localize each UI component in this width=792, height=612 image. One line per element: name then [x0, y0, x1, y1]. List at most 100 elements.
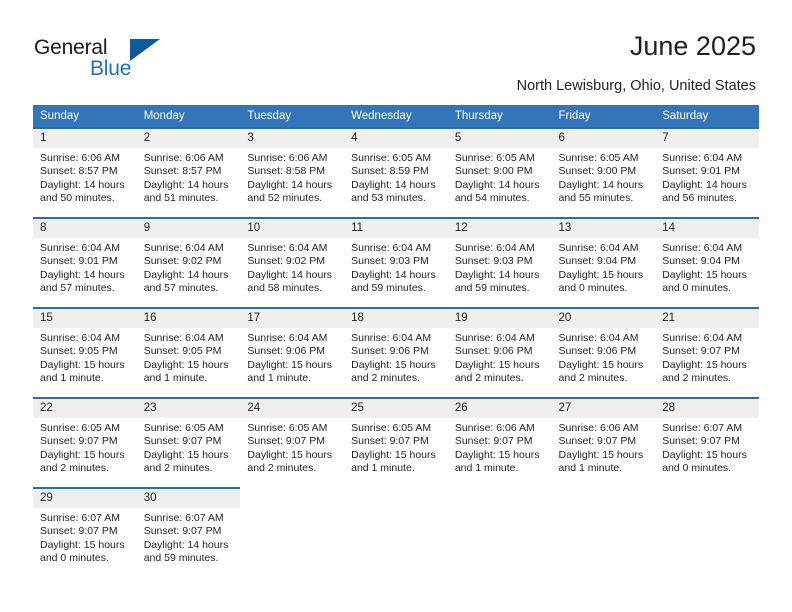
daylight-text-line1: Daylight: 14 hours [247, 268, 333, 281]
day-details: Sunrise: 6:04 AM Sunset: 9:01 PM Dayligh… [33, 238, 137, 296]
sunrise-text: Sunrise: 6:04 AM [143, 242, 224, 254]
sunrise-text: Sunrise: 6:04 AM [247, 332, 328, 344]
calendar-day-cell[interactable]: 6 Sunrise: 6:05 AM Sunset: 9:00 PM Dayli… [551, 127, 656, 217]
calendar-day-cell[interactable]: 20 Sunrise: 6:04 AM Sunset: 9:06 PM Dayl… [551, 307, 656, 397]
day-details: Sunrise: 6:04 AM Sunset: 9:06 PM Dayligh… [448, 328, 552, 386]
sunset-text: Sunset: 9:02 PM [247, 255, 326, 268]
calendar-day-cell[interactable]: 13 Sunrise: 6:04 AM Sunset: 9:04 PM Dayl… [551, 217, 656, 307]
daylight-text-line2: and 1 minute. [351, 462, 415, 475]
day-cell-inner [240, 487, 344, 577]
daylight-text-line2: and 56 minutes. [662, 192, 737, 205]
day-details: Sunrise: 6:04 AM Sunset: 9:04 PM Dayligh… [552, 238, 656, 296]
calendar-day-cell[interactable]: 26 Sunrise: 6:06 AM Sunset: 9:07 PM Dayl… [447, 397, 552, 487]
daylight-text-line2: and 2 minutes. [558, 372, 628, 385]
day-cell-inner: 21 Sunrise: 6:04 AM Sunset: 9:07 PM Dayl… [655, 307, 759, 397]
daylight-text-line2: and 51 minutes. [143, 192, 219, 205]
day-details: Sunrise: 6:07 AM Sunset: 9:07 PM Dayligh… [655, 418, 759, 476]
daylight-text-line1: Daylight: 14 hours [40, 268, 125, 281]
daylight-text-line2: and 2 minutes. [40, 462, 109, 475]
day-number: 14 [655, 219, 759, 238]
day-cell-inner: 30 Sunrise: 6:07 AM Sunset: 9:07 PM Dayl… [136, 487, 241, 577]
calendar-day-cell[interactable]: 24 Sunrise: 6:05 AM Sunset: 9:07 PM Dayl… [240, 397, 345, 487]
day-cell-inner [344, 487, 448, 577]
day-number: 21 [655, 309, 759, 328]
calendar-day-cell[interactable]: 11 Sunrise: 6:04 AM Sunset: 9:03 PM Dayl… [344, 217, 448, 307]
day-cell-inner [655, 487, 759, 577]
day-cell-inner: 27 Sunrise: 6:06 AM Sunset: 9:07 PM Dayl… [551, 397, 656, 487]
calendar-day-cell[interactable]: 2 Sunrise: 6:06 AM Sunset: 8:57 PM Dayli… [136, 127, 241, 217]
sunrise-text: Sunrise: 6:04 AM [40, 332, 120, 344]
day-details: Sunrise: 6:04 AM Sunset: 9:03 PM Dayligh… [448, 238, 552, 296]
day-details: Sunrise: 6:04 AM Sunset: 9:05 PM Dayligh… [33, 328, 137, 386]
calendar-day-cell[interactable]: 23 Sunrise: 6:05 AM Sunset: 9:07 PM Dayl… [136, 397, 241, 487]
calendar-day-cell[interactable]: 5 Sunrise: 6:05 AM Sunset: 9:00 PM Dayli… [447, 127, 552, 217]
day-number: 29 [33, 489, 137, 508]
day-number: 5 [447, 129, 552, 148]
day-number: 4 [344, 129, 448, 148]
sunset-text: Sunset: 9:03 PM [454, 255, 533, 268]
calendar-day-cell[interactable]: 30 Sunrise: 6:07 AM Sunset: 9:07 PM Dayl… [136, 487, 241, 577]
sunrise-text: Sunrise: 6:04 AM [454, 242, 535, 254]
calendar-day-cell[interactable]: 15 Sunrise: 6:04 AM Sunset: 9:05 PM Dayl… [33, 307, 137, 397]
day-cell-inner: 1 Sunrise: 6:06 AM Sunset: 8:57 PM Dayli… [33, 127, 137, 217]
sunrise-text: Sunrise: 6:05 AM [247, 422, 328, 434]
general-blue-logo[interactable]: General Blue [34, 36, 164, 84]
day-details: Sunrise: 6:04 AM Sunset: 9:06 PM Dayligh… [344, 328, 448, 386]
calendar-day-cell[interactable]: 22 Sunrise: 6:05 AM Sunset: 9:07 PM Dayl… [33, 397, 137, 487]
day-cell-inner: 4 Sunrise: 6:05 AM Sunset: 8:59 PM Dayli… [344, 127, 448, 217]
calendar-empty-cell [551, 487, 656, 577]
day-cell-inner: 29 Sunrise: 6:07 AM Sunset: 9:07 PM Dayl… [33, 487, 137, 577]
calendar-day-cell[interactable]: 25 Sunrise: 6:05 AM Sunset: 9:07 PM Dayl… [344, 397, 448, 487]
calendar-day-cell[interactable]: 10 Sunrise: 6:04 AM Sunset: 9:02 PM Dayl… [240, 217, 345, 307]
day-number: 23 [136, 399, 241, 418]
day-cell-inner: 28 Sunrise: 6:07 AM Sunset: 9:07 PM Dayl… [655, 397, 759, 487]
daylight-text-line2: and 0 minutes. [662, 462, 732, 475]
day-cell-inner: 7 Sunrise: 6:04 AM Sunset: 9:01 PM Dayli… [655, 127, 759, 217]
calendar-empty-cell [344, 487, 448, 577]
day-details: Sunrise: 6:04 AM Sunset: 9:02 PM Dayligh… [240, 238, 344, 296]
calendar-day-cell[interactable]: 8 Sunrise: 6:04 AM Sunset: 9:01 PM Dayli… [33, 217, 137, 307]
sunrise-text: Sunrise: 6:07 AM [143, 512, 224, 524]
calendar-day-cell[interactable]: 7 Sunrise: 6:04 AM Sunset: 9:01 PM Dayli… [655, 127, 759, 217]
calendar-day-cell[interactable]: 14 Sunrise: 6:04 AM Sunset: 9:04 PM Dayl… [655, 217, 759, 307]
daylight-text-line2: and 57 minutes. [40, 282, 115, 295]
sunrise-sunset-calendar: Sunday Monday Tuesday Wednesday Thursday… [33, 105, 759, 577]
day-details: Sunrise: 6:05 AM Sunset: 9:07 PM Dayligh… [240, 418, 344, 476]
sunrise-text: Sunrise: 6:04 AM [558, 242, 639, 254]
day-cell-inner: 25 Sunrise: 6:05 AM Sunset: 9:07 PM Dayl… [344, 397, 448, 487]
daylight-text-line1: Daylight: 14 hours [558, 178, 644, 191]
calendar-day-cell[interactable]: 12 Sunrise: 6:04 AM Sunset: 9:03 PM Dayl… [447, 217, 552, 307]
calendar-day-cell[interactable]: 21 Sunrise: 6:04 AM Sunset: 9:07 PM Dayl… [655, 307, 759, 397]
calendar-day-cell[interactable]: 28 Sunrise: 6:07 AM Sunset: 9:07 PM Dayl… [655, 397, 759, 487]
daylight-text-line1: Daylight: 14 hours [40, 178, 125, 191]
calendar-day-cell[interactable]: 9 Sunrise: 6:04 AM Sunset: 9:02 PM Dayli… [136, 217, 241, 307]
calendar-day-cell[interactable]: 27 Sunrise: 6:06 AM Sunset: 9:07 PM Dayl… [551, 397, 656, 487]
day-cell-inner: 15 Sunrise: 6:04 AM Sunset: 9:05 PM Dayl… [33, 307, 137, 397]
day-cell-inner: 22 Sunrise: 6:05 AM Sunset: 9:07 PM Dayl… [33, 397, 137, 487]
day-number: 1 [33, 129, 137, 148]
daylight-text-line2: and 0 minutes. [558, 282, 628, 295]
calendar-day-cell[interactable]: 17 Sunrise: 6:04 AM Sunset: 9:06 PM Dayl… [240, 307, 345, 397]
sunset-text: Sunset: 9:04 PM [558, 255, 637, 268]
sunrise-text: Sunrise: 6:04 AM [662, 332, 743, 344]
day-details: Sunrise: 6:04 AM Sunset: 9:03 PM Dayligh… [344, 238, 448, 296]
sunset-text: Sunset: 8:58 PM [247, 165, 326, 178]
sunrise-text: Sunrise: 6:04 AM [662, 242, 743, 254]
sunset-text: Sunset: 9:02 PM [143, 255, 222, 268]
day-details: Sunrise: 6:05 AM Sunset: 9:00 PM Dayligh… [448, 148, 552, 206]
calendar-week-row: 29 Sunrise: 6:07 AM Sunset: 9:07 PM Dayl… [33, 487, 759, 577]
sunset-text: Sunset: 9:07 PM [143, 435, 222, 448]
calendar-day-cell[interactable]: 4 Sunrise: 6:05 AM Sunset: 8:59 PM Dayli… [344, 127, 448, 217]
day-details: Sunrise: 6:05 AM Sunset: 9:07 PM Dayligh… [33, 418, 137, 476]
calendar-day-cell[interactable]: 16 Sunrise: 6:04 AM Sunset: 9:05 PM Dayl… [136, 307, 241, 397]
calendar-day-cell[interactable]: 1 Sunrise: 6:06 AM Sunset: 8:57 PM Dayli… [33, 127, 137, 217]
calendar-day-cell[interactable]: 18 Sunrise: 6:04 AM Sunset: 9:06 PM Dayl… [344, 307, 448, 397]
sunrise-text: Sunrise: 6:04 AM [558, 332, 639, 344]
sunset-text: Sunset: 9:01 PM [662, 165, 740, 178]
weekday-header-monday: Monday [136, 105, 241, 127]
calendar-day-cell[interactable]: 29 Sunrise: 6:07 AM Sunset: 9:07 PM Dayl… [33, 487, 137, 577]
calendar-day-cell[interactable]: 19 Sunrise: 6:04 AM Sunset: 9:06 PM Dayl… [447, 307, 552, 397]
sunrise-text: Sunrise: 6:04 AM [247, 242, 328, 254]
day-number: 11 [344, 219, 448, 238]
calendar-day-cell[interactable]: 3 Sunrise: 6:06 AM Sunset: 8:58 PM Dayli… [240, 127, 345, 217]
